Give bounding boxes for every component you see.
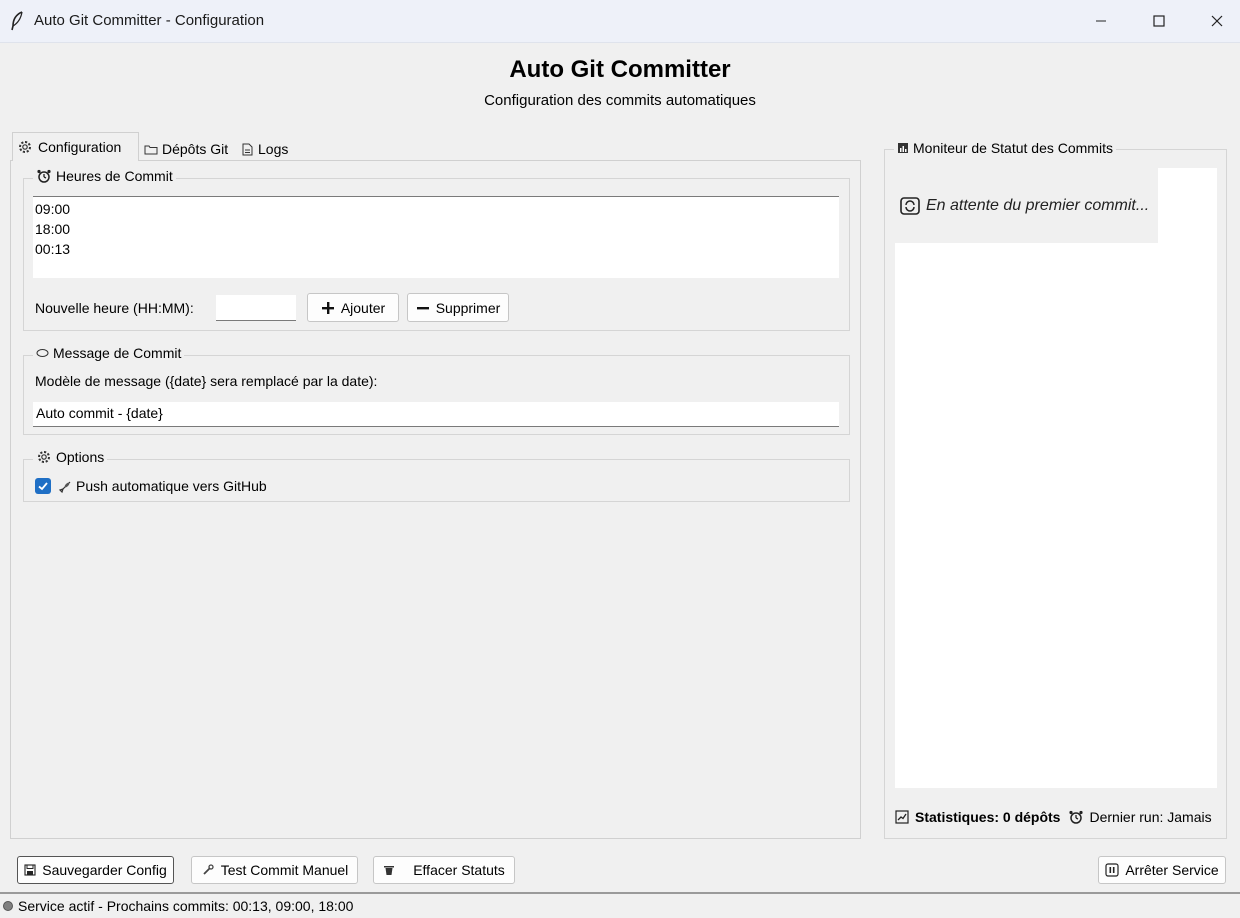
tab-label: Logs <box>258 141 289 157</box>
minimize-button[interactable] <box>1072 0 1130 42</box>
list-item[interactable]: 18:00 <box>35 219 839 239</box>
maximize-button[interactable] <box>1130 0 1188 42</box>
template-input[interactable]: Auto commit - {date} <box>33 402 839 427</box>
waiting-message: En attente du premier commit... <box>926 197 1150 214</box>
pause-icon <box>1105 863 1119 877</box>
close-button[interactable] <box>1188 0 1240 42</box>
alarm-clock-icon <box>37 169 51 183</box>
new-hour-label: Nouvelle heure (HH:MM): <box>35 300 194 316</box>
window-title: Auto Git Committer - Configuration <box>34 12 265 29</box>
last-run-label: Dernier run: Jamais <box>1089 809 1212 825</box>
gear-icon <box>38 451 50 463</box>
commit-hours-group-title: Heures de Commit <box>33 168 176 184</box>
add-hour-label: Ajouter <box>340 299 386 316</box>
chart-up-icon <box>895 810 909 824</box>
save-config-button[interactable]: Sauvegarder Config <box>17 856 174 884</box>
test-commit-button[interactable]: Test Commit Manuel <box>191 856 358 884</box>
save-icon <box>24 864 36 876</box>
push-label[interactable]: Push automatique vers GitHub <box>76 478 267 494</box>
maximize-icon <box>1153 15 1165 27</box>
stats-row: Statistiques: 0 dépôts Dernier run: Jama… <box>895 806 1217 828</box>
remove-hour-button[interactable]: Supprimer <box>407 293 509 322</box>
wrench-icon <box>203 864 214 875</box>
commit-message-group-title: Message de Commit <box>33 345 185 361</box>
window-titlebar[interactable]: Auto Git Committer - Configuration <box>0 0 1240 43</box>
feather-icon <box>11 11 23 31</box>
clear-status-label: Effacer Statuts <box>413 862 505 878</box>
minimize-icon <box>1096 20 1106 22</box>
document-icon <box>242 143 253 155</box>
plus-icon <box>321 301 334 314</box>
folder-icon <box>144 145 158 155</box>
list-item[interactable]: 09:00 <box>35 199 839 219</box>
status-bar: Service actif - Prochains commits: 00:13… <box>0 892 1240 918</box>
rocket-icon <box>58 481 71 494</box>
tab-configuration[interactable]: Configuration <box>12 132 139 161</box>
close-icon <box>1211 15 1223 27</box>
save-config-label: Sauvegarder Config <box>42 862 167 878</box>
tab-label: Dépôts Git <box>162 141 229 157</box>
test-commit-label: Test Commit Manuel <box>220 862 349 878</box>
stop-service-label: Arrêter Service <box>1125 862 1219 878</box>
template-value: Auto commit - {date} <box>36 405 163 421</box>
list-item[interactable]: 00:13 <box>35 239 839 259</box>
alarm-clock-icon <box>1069 810 1084 824</box>
clear-status-button[interactable]: Effacer Statuts <box>373 856 515 884</box>
app-heading: Auto Git Committer <box>509 56 731 83</box>
tab-label: Configuration <box>38 139 122 155</box>
app-subheading: Configuration des commits automatiques <box>484 92 756 109</box>
speech-bubble-icon <box>36 349 49 357</box>
commit-message-title: Message de Commit <box>53 345 182 361</box>
push-checkbox[interactable] <box>35 478 51 494</box>
remove-hour-label: Supprimer <box>435 299 501 316</box>
add-hour-button[interactable]: Ajouter <box>307 293 399 322</box>
chart-icon <box>898 143 908 153</box>
status-monitor-title-row: Moniteur de Statut des Commits <box>894 140 1116 156</box>
options-group-title: Options <box>33 449 108 465</box>
status-indicator-icon <box>3 901 13 911</box>
status-monitor-title: Moniteur de Statut des Commits <box>913 140 1113 156</box>
commit-hours-list[interactable]: 09:00 18:00 00:13 <box>33 196 839 278</box>
status-monitor-area <box>895 168 1217 788</box>
stats-label: Statistiques: 0 dépôts <box>915 809 1061 825</box>
refresh-icon <box>900 197 920 215</box>
stop-service-button[interactable]: Arrêter Service <box>1098 856 1226 884</box>
commit-hours-title: Heures de Commit <box>56 168 173 184</box>
status-text: Service actif - Prochains commits: 00:13… <box>18 898 354 914</box>
gear-icon <box>19 141 31 153</box>
new-hour-input[interactable] <box>216 295 296 321</box>
checkmark-icon <box>38 482 48 491</box>
template-label: Modèle de message ({date} sera remplacé … <box>35 373 378 389</box>
tab-depots-git[interactable]: Dépôts Git <box>140 136 236 162</box>
options-title: Options <box>56 449 105 465</box>
tab-logs[interactable]: Logs <box>237 136 295 162</box>
trash-icon <box>384 866 395 875</box>
minus-icon <box>416 306 429 309</box>
